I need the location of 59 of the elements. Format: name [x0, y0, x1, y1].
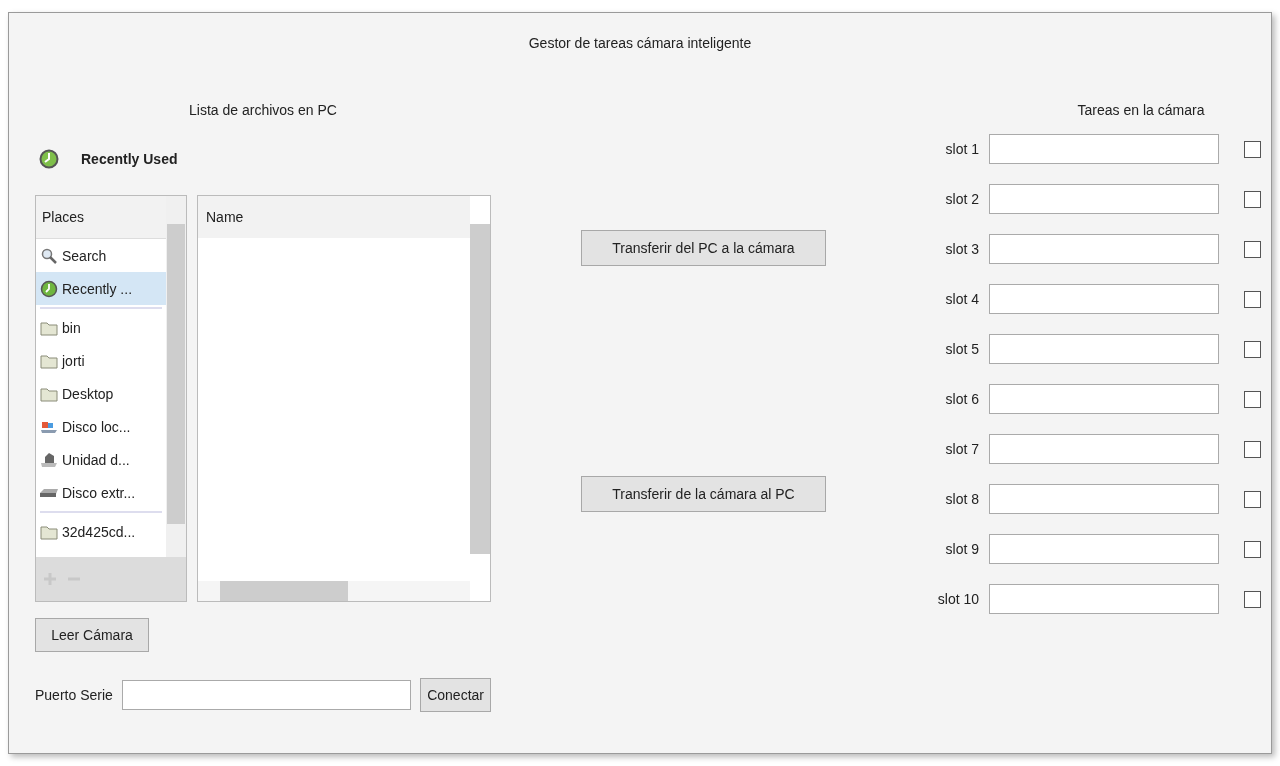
scrollbar[interactable]: [166, 196, 186, 558]
place-item[interactable]: 32d425cd...: [36, 515, 166, 548]
checkbox[interactable]: [1244, 490, 1261, 508]
transfer-button[interactable]: Transferir de la cámara al PC: [581, 476, 826, 512]
checkbox[interactable]: [1244, 140, 1261, 158]
column-header: Name: [198, 196, 470, 238]
checkbox[interactable]: [1244, 290, 1261, 308]
checkbox[interactable]: [1244, 440, 1261, 458]
slot-label: slot 6: [944, 391, 981, 407]
slot-label: slot 9: [944, 541, 981, 557]
slot-field[interactable]: [989, 434, 1220, 464]
slot-label: slot 7: [944, 441, 981, 457]
slot-field[interactable]: [989, 584, 1220, 614]
slot-label: slot 10: [936, 591, 981, 607]
read-camera-button[interactable]: Leer Cámara: [35, 618, 149, 652]
slot-field[interactable]: [989, 334, 1220, 364]
place-item[interactable]: bin: [36, 311, 166, 344]
place-item[interactable]: jorti: [36, 344, 166, 377]
place-item[interactable]: Disco loc...: [36, 410, 166, 443]
slot-label: slot 1: [944, 141, 981, 157]
slot-field[interactable]: [989, 534, 1220, 564]
slot-label: slot 5: [944, 341, 981, 357]
drive-icon: [40, 488, 58, 497]
checkbox[interactable]: [1244, 540, 1261, 558]
section-heading: Tareas en la cámara: [1076, 101, 1206, 120]
clock-icon: [39, 149, 59, 169]
slot-label: slot 2: [944, 191, 981, 207]
section-heading: Lista de archivos en PC: [188, 101, 338, 120]
connect-button[interactable]: Conectar: [420, 678, 491, 712]
clock-icon: [40, 279, 58, 298]
slot-label: slot 3: [944, 241, 981, 257]
place-item[interactable]: Recently ...: [36, 272, 166, 305]
serial-port-field[interactable]: [121, 680, 412, 710]
checkbox[interactable]: [1244, 390, 1261, 408]
search-icon: [40, 246, 58, 265]
field-label: Puerto Serie: [35, 687, 113, 703]
slot-field[interactable]: [989, 184, 1220, 214]
place-item[interactable]: Unidad d...: [36, 443, 166, 476]
column-header: Places: [36, 196, 166, 239]
slot-field[interactable]: [989, 384, 1220, 414]
slot-field[interactable]: [989, 234, 1220, 264]
slot-field[interactable]: [989, 484, 1220, 514]
scrollbar[interactable]: [198, 581, 470, 601]
drive-icon: [40, 450, 58, 469]
slot-label: slot 4: [944, 291, 981, 307]
slot-field[interactable]: [989, 284, 1220, 314]
location-label: Recently Used: [81, 151, 178, 167]
scrollbar[interactable]: [470, 224, 490, 554]
checkbox[interactable]: [1244, 340, 1261, 358]
slot-label: slot 8: [944, 491, 981, 507]
checkbox[interactable]: [1244, 240, 1261, 258]
checkbox[interactable]: [1244, 190, 1261, 208]
place-item[interactable]: Search: [36, 239, 166, 272]
place-item[interactable]: Disco extr...: [36, 476, 166, 509]
place-item[interactable]: Desktop: [36, 377, 166, 410]
slot-field[interactable]: [989, 134, 1220, 164]
window-title: Gestor de tareas cámara inteligente: [527, 34, 753, 53]
transfer-button[interactable]: Transferir del PC a la cámara: [581, 230, 826, 266]
checkbox[interactable]: [1244, 590, 1261, 608]
